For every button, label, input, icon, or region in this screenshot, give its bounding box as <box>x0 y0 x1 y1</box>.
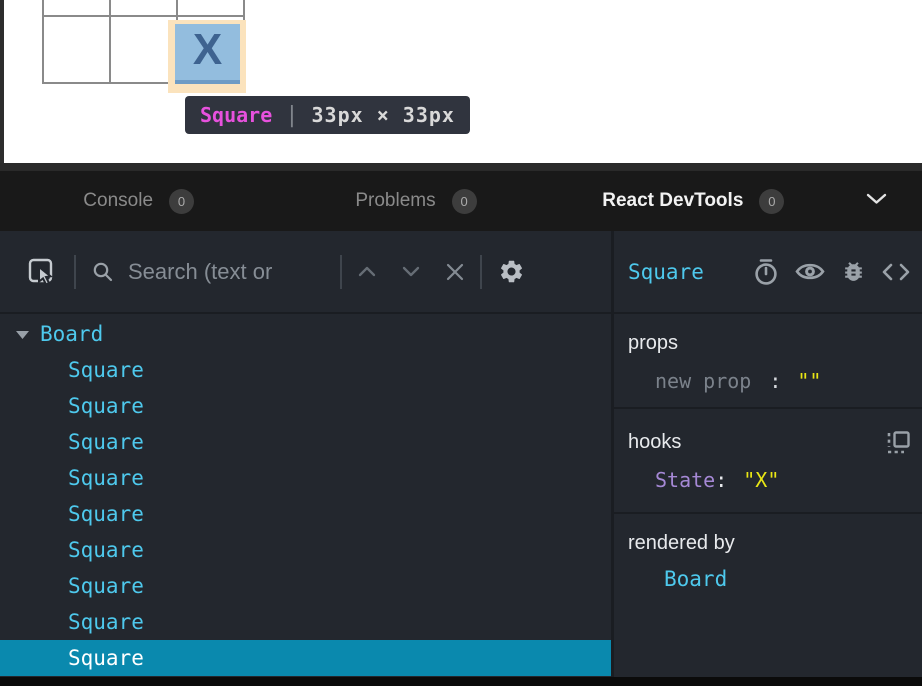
tree-item-square[interactable]: Square <box>0 640 611 676</box>
hooks-section: hooks State : "X" <box>614 409 922 514</box>
new-prop-input[interactable]: new prop <box>655 369 751 393</box>
components-tree-panel: Board SquareSquareSquareSquareSquareSqua… <box>0 231 614 677</box>
tree-item-label: Square <box>68 646 144 670</box>
tab-problems[interactable]: Problems 0 <box>277 171 554 231</box>
bug-icon[interactable] <box>841 259 866 284</box>
inspector-header: Square <box>614 231 922 314</box>
selected-component-title: Square <box>628 260 704 284</box>
prop-row: new prop : "" <box>628 369 910 393</box>
x-icon[interactable] <box>446 263 464 281</box>
rendered-by-board-link[interactable]: Board <box>664 567 727 591</box>
collapse-panel-button[interactable] <box>832 192 922 210</box>
code-brackets-icon[interactable] <box>882 263 910 281</box>
inspector-panel: Square <box>614 231 922 677</box>
dashed-square-icon[interactable] <box>887 431 910 454</box>
gear-icon[interactable] <box>498 258 525 285</box>
tab-react-devtools[interactable]: React DevTools 0 <box>555 171 832 231</box>
tab-console[interactable]: Console 0 <box>0 171 277 231</box>
component-tree: Board SquareSquareSquareSquareSquareSqua… <box>0 314 611 677</box>
board-cell[interactable] <box>177 0 244 16</box>
hook-name[interactable]: State <box>655 468 715 492</box>
hook-row: State : "X" <box>628 468 910 492</box>
tree-item-square[interactable]: Square <box>0 424 611 460</box>
prop-value[interactable]: "" <box>797 369 821 393</box>
tree-item-label: Square <box>68 574 144 598</box>
toolbar-divider <box>74 255 76 289</box>
tab-console-label: Console <box>83 190 153 212</box>
tab-console-badge: 0 <box>169 189 194 214</box>
stopwatch-icon[interactable] <box>753 258 779 286</box>
browser-viewport: X Square | 33px × 33px <box>0 0 922 163</box>
toolbar-divider <box>480 255 482 289</box>
tab-problems-label: Problems <box>355 190 435 212</box>
rendered-by-label: rendered by <box>628 532 735 555</box>
search-input[interactable] <box>128 259 324 285</box>
tree-item-label: Square <box>68 430 144 454</box>
tab-react-devtools-label: React DevTools <box>602 190 743 212</box>
chevron-up-icon[interactable] <box>358 266 376 277</box>
search-icon <box>92 261 114 283</box>
board-cell[interactable] <box>110 0 177 16</box>
chevron-down-icon[interactable] <box>402 266 420 277</box>
square-cell-value: X <box>175 24 240 84</box>
window-bottom-edge <box>0 677 922 686</box>
tree-item-label: Square <box>68 502 144 526</box>
tab-react-devtools-badge: 0 <box>759 189 784 214</box>
tooltip-separator: | <box>285 103 298 128</box>
tree-item-square[interactable]: Square <box>0 388 611 424</box>
tree-item-square[interactable]: Square <box>0 532 611 568</box>
tree-item-square[interactable]: Square <box>0 352 611 388</box>
tree-item-label: Square <box>68 610 144 634</box>
tab-problems-badge: 0 <box>452 189 477 214</box>
window-divider-strip <box>0 163 922 171</box>
tree-item-label: Square <box>68 394 144 418</box>
toolbar-divider <box>340 255 342 289</box>
board-cell[interactable] <box>110 16 177 83</box>
tree-item-label: Board <box>40 322 103 346</box>
board-cell[interactable] <box>43 16 110 83</box>
hooks-section-label: hooks <box>628 431 681 454</box>
chevron-down-icon <box>866 192 887 210</box>
tree-item-label: Square <box>68 538 144 562</box>
props-section: props new prop : "" <box>614 314 922 409</box>
props-section-label: props <box>628 332 678 355</box>
prop-colon: : <box>769 369 781 393</box>
hook-colon: : <box>715 468 727 492</box>
tree-item-square[interactable]: Square <box>0 460 611 496</box>
board-cell[interactable] <box>43 0 110 16</box>
tree-item-label: Square <box>68 466 144 490</box>
tree-item-label: Square <box>68 358 144 382</box>
triangle-down-icon[interactable] <box>16 330 29 339</box>
tree-children: Square Square Square Square Square Square Squa… <box>0 352 611 676</box>
eye-icon[interactable] <box>795 261 825 282</box>
inspect-highlight-overlay: X <box>168 20 246 93</box>
rendered-by-section: rendered by Board <box>614 514 922 677</box>
tooltip-component-name: Square <box>200 103 272 127</box>
devtools-tab-bar: Console 0 Problems 0 React DevTools 0 <box>0 171 922 231</box>
element-size-tooltip: Square | 33px × 33px <box>185 96 470 134</box>
pick-element-icon[interactable] <box>26 256 58 288</box>
tree-item-square[interactable]: Square <box>0 604 611 640</box>
react-devtools-panel: Board SquareSquareSquareSquareSquareSqua… <box>0 231 922 677</box>
search-nav-group <box>358 263 464 281</box>
tree-item-square[interactable]: Square <box>0 568 611 604</box>
hook-value[interactable]: "X" <box>743 468 779 492</box>
tree-toolbar <box>0 231 611 314</box>
devtools-window: X Square | 33px × 33px Console 0 Problem… <box>0 0 922 686</box>
tree-item-board[interactable]: Board <box>0 316 611 352</box>
tree-item-square[interactable]: Square <box>0 496 611 532</box>
tooltip-dimensions: 33px × 33px <box>312 103 455 127</box>
